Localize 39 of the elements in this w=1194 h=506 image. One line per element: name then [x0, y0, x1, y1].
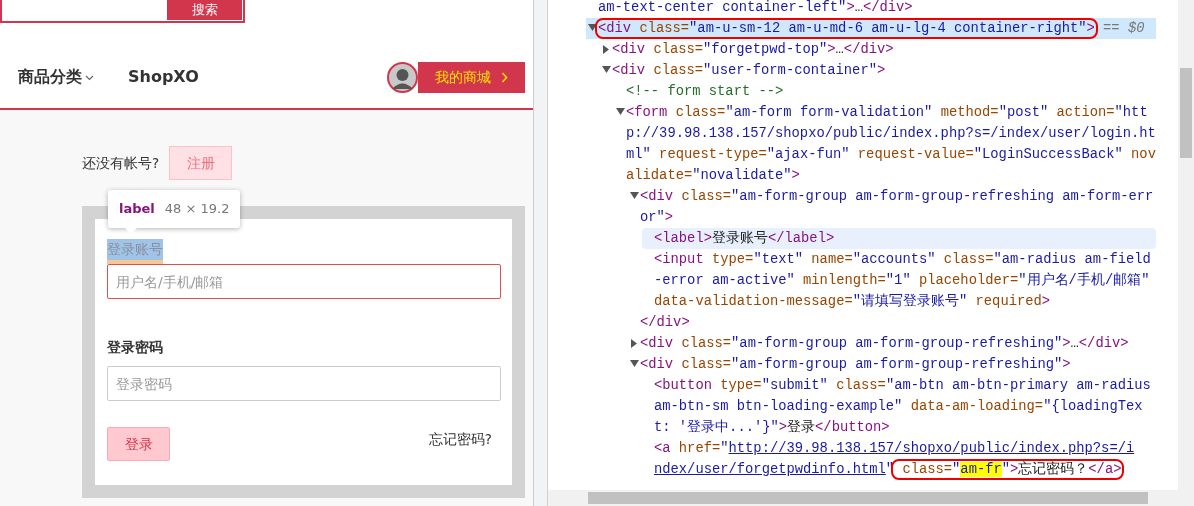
- element-tag: label: [119, 199, 155, 219]
- register-prompt: 还没有帐号?: [82, 153, 160, 173]
- search-button[interactable]: 搜索: [167, 0, 242, 20]
- code-line: am-text-center container-left">…</div>: [598, 0, 913, 17]
- collapsed-caret-icon[interactable]: [601, 45, 611, 54]
- expanded-caret-icon[interactable]: [629, 360, 639, 369]
- url-link[interactable]: ndex/user/forgetpwdinfo.html: [654, 462, 886, 477]
- code-line: <a href="http://39.98.138.157/shopxo/public/index.php?s=/i ndex/user/forgetpwdinfo.html" class="am-fr">忘记密码？</a>: [654, 438, 1156, 480]
- chevron-right-icon: [501, 71, 508, 83]
- input-field[interactable]: 登录密码: [107, 366, 501, 401]
- input-field[interactable]: 用户名/手机/邮箱: [107, 264, 501, 299]
- code-line: <div class="am-u-sm-12 am-u-md-6 am-u-lg-4 container-right"> == $0: [598, 18, 1145, 39]
- url-link[interactable]: http://39.98.138.157/shopxo/public/index.php?s=/i: [728, 441, 1135, 456]
- code-line: <button type="submit" class="am-btn am-btn-primary am-radius am-btn-sm btn-loading-example" data-am-loading="{loadingText: '登录中...'}">登录</button>: [654, 377, 1152, 437]
- code-line: <div class="am-form-group am-form-group-refreshing">…</div>: [640, 335, 1129, 353]
- code-line: <label>登录账号</label>: [654, 230, 835, 248]
- forgot-password-link[interactable]: 忘记密码?: [428, 429, 492, 450]
- code-line: </div>: [640, 314, 690, 332]
- code-line: <div class="am-form-group am-form-group-refreshing am-form-error">: [640, 188, 1155, 227]
- element-size: 48 × 19.2: [164, 200, 230, 218]
- field-label: 登录密码: [107, 338, 163, 357]
- nav-link[interactable]: ShopXO: [128, 65, 199, 89]
- my-store-button[interactable]: 我的商城: [418, 61, 525, 93]
- code-line: <div class="am-form-group am-form-group-refreshing">: [640, 356, 1071, 374]
- expanded-caret-icon[interactable]: [615, 108, 625, 117]
- code-line: <form class="am-form form-validation" method="post" action="http://39.98.138.157/shopxo/public/index.php?s=/index/user/login.html" request-type="ajax-fun" request-value="LoginSuccessBack" novalidate="novalidate">: [626, 104, 1156, 185]
- nav-link[interactable]: 商品分类: [18, 65, 94, 89]
- expanded-caret-icon[interactable]: [587, 24, 597, 33]
- avatar-icon: [387, 61, 418, 93]
- field-label: 登录账号: [107, 239, 163, 264]
- code-line: <!-- form start -->: [626, 83, 784, 101]
- collapsed-caret-icon[interactable]: [629, 339, 639, 348]
- code-line: <div class="forgetpwd-top">…</div>: [612, 41, 894, 59]
- code-line: <div class="user-form-container">: [612, 62, 886, 80]
- vertical-scrollbar[interactable]: [1178, 0, 1194, 490]
- code-line: <input type="text" name="accounts" class="am-radius am-field-error am-active" minlength="1" placeholder="用户名/手机/邮箱" data-validation-message="请填写登录账号" required>: [654, 251, 1152, 311]
- horizontal-scrollbar[interactable]: [548, 490, 1194, 506]
- expanded-caret-icon[interactable]: [629, 192, 639, 201]
- expanded-caret-icon[interactable]: [601, 66, 611, 75]
